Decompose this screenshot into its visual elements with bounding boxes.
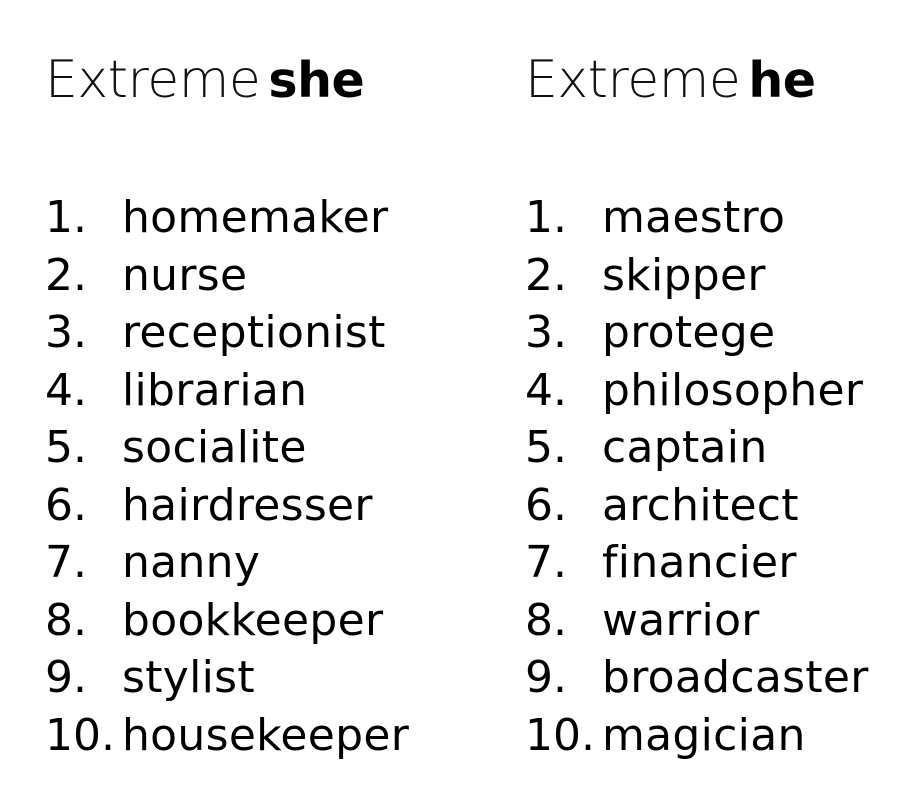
he-word-list: 1. maestro 2. skipper 3. protege 4. philosop… bbox=[525, 189, 869, 764]
item-number: 2. bbox=[45, 249, 87, 301]
item-word: homemaker bbox=[122, 192, 389, 243]
item-number: 8. bbox=[525, 594, 567, 646]
list-item: 10. magician bbox=[525, 707, 869, 765]
item-number: 10. bbox=[525, 709, 595, 761]
list-item: 3. protege bbox=[525, 304, 869, 362]
list-item: 3. receptionist bbox=[45, 304, 409, 362]
list-item: 1. homemaker bbox=[45, 189, 409, 247]
item-word: socialite bbox=[122, 422, 307, 473]
he-heading-prefix: Extreme bbox=[525, 50, 741, 110]
list-item: 5. captain bbox=[525, 419, 869, 477]
she-word-list: 1. homemaker 2. nurse 3. receptionist 4. lib… bbox=[45, 189, 409, 764]
item-number: 5. bbox=[525, 422, 567, 473]
list-item: 2. nurse bbox=[45, 247, 409, 305]
list-item: 4. librarian bbox=[45, 362, 409, 420]
item-number: 3. bbox=[525, 307, 567, 358]
item-word: maestro bbox=[602, 192, 786, 243]
item-word: bookkeeper bbox=[122, 594, 384, 646]
list-item: 5. socialite bbox=[45, 419, 409, 477]
item-word: broadcaster bbox=[602, 652, 869, 703]
item-number: 7. bbox=[525, 537, 567, 588]
he-heading: Extreme he bbox=[525, 48, 816, 113]
item-word: captain bbox=[602, 422, 768, 473]
item-word: nurse bbox=[122, 249, 248, 301]
item-number: 1. bbox=[45, 192, 87, 243]
she-heading-prefix: Extreme bbox=[45, 50, 261, 110]
list-item: 6. hairdresser bbox=[45, 477, 409, 535]
item-number: 10. bbox=[45, 709, 115, 761]
list-item: 1. maestro bbox=[525, 189, 869, 247]
list-item: 9. broadcaster bbox=[525, 649, 869, 707]
item-number: 2. bbox=[525, 249, 567, 301]
item-word: protege bbox=[602, 307, 776, 358]
item-number: 9. bbox=[45, 652, 87, 703]
item-number: 1. bbox=[525, 192, 567, 243]
item-number: 8. bbox=[45, 594, 87, 646]
she-heading: Extreme she bbox=[45, 48, 365, 113]
item-number: 4. bbox=[45, 364, 87, 416]
list-item: 7. nanny bbox=[45, 534, 409, 592]
list-item: 10. housekeeper bbox=[45, 707, 409, 765]
list-item: 8. bookkeeper bbox=[45, 592, 409, 650]
list-item: 9. stylist bbox=[45, 649, 409, 707]
item-word: nanny bbox=[122, 537, 261, 588]
item-word: warrior bbox=[602, 594, 760, 646]
item-word: housekeeper bbox=[122, 709, 410, 761]
list-item: 8. warrior bbox=[525, 592, 869, 650]
list-item: 6. architect bbox=[525, 477, 869, 535]
item-number: 6. bbox=[45, 479, 87, 531]
item-word: receptionist bbox=[122, 307, 386, 358]
list-item: 7. financier bbox=[525, 534, 869, 592]
item-word: stylist bbox=[122, 652, 255, 703]
item-number: 7. bbox=[45, 537, 87, 588]
item-word: librarian bbox=[122, 364, 308, 416]
item-word: architect bbox=[602, 479, 799, 531]
item-word: financier bbox=[602, 537, 797, 588]
item-number: 9. bbox=[525, 652, 567, 703]
item-number: 4. bbox=[525, 364, 567, 416]
list-item: 4. philosopher bbox=[525, 362, 869, 420]
item-number: 6. bbox=[525, 479, 567, 531]
item-word: magician bbox=[602, 709, 806, 761]
he-heading-word: he bbox=[748, 52, 816, 109]
item-word: hairdresser bbox=[122, 479, 373, 531]
item-number: 3. bbox=[45, 307, 87, 358]
item-word: philosopher bbox=[602, 364, 864, 416]
item-word: skipper bbox=[602, 249, 766, 301]
list-item: 2. skipper bbox=[525, 247, 869, 305]
item-number: 5. bbox=[45, 422, 87, 473]
she-heading-word: she bbox=[268, 52, 365, 109]
